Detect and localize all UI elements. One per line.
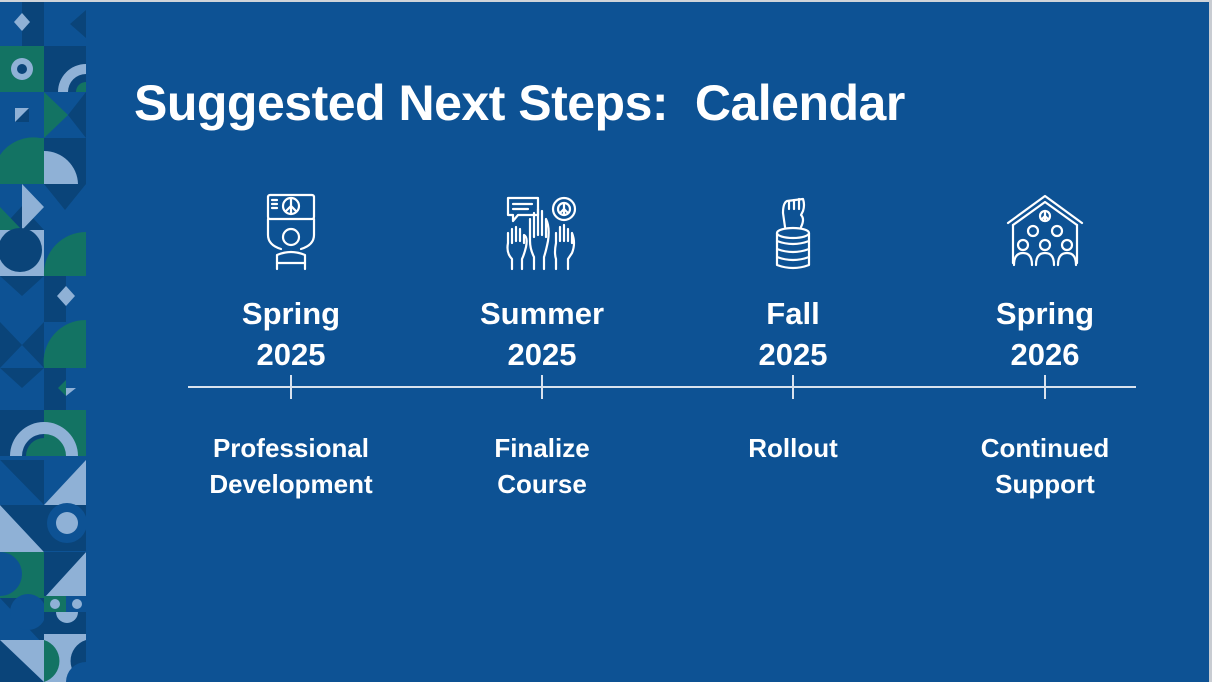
- timeline-axis: [188, 386, 1136, 388]
- slide: Suggested Next Steps: Calendar Spring 20…: [0, 0, 1209, 682]
- step-description: Professional Development: [171, 430, 411, 502]
- step-date: Fall 2025: [673, 293, 913, 375]
- step-date: Spring 2025: [171, 293, 411, 375]
- protester-peace-sign-icon: [266, 193, 316, 271]
- timeline-tick: [1044, 375, 1046, 399]
- slide-border-top: [0, 0, 1212, 2]
- step-description: Continued Support: [925, 430, 1165, 502]
- step-description-line1: Continued: [980, 433, 1110, 463]
- step-description-line1: Finalize: [494, 433, 590, 463]
- step-year: 2026: [1010, 337, 1080, 372]
- step-description: Rollout: [673, 430, 913, 466]
- step-description-line2: Support: [995, 469, 1095, 499]
- slide-title: Suggested Next Steps: Calendar: [134, 75, 905, 131]
- step-date: Spring 2026: [925, 293, 1165, 375]
- step-description-line1: Professional: [212, 433, 370, 463]
- step-year: 2025: [758, 337, 828, 372]
- step-description-line2: Development: [209, 469, 373, 499]
- geometric-pattern-decoration: [0, 0, 86, 682]
- fist-on-coins-icon: [775, 197, 811, 270]
- timeline-tick: [290, 375, 292, 399]
- step-season: Fall: [766, 296, 820, 331]
- step-description: Finalize Course: [422, 430, 662, 502]
- raised-hands-peace-icon: [506, 196, 577, 271]
- step-description-line1: Rollout: [748, 433, 838, 463]
- community-house-icon: [1006, 194, 1084, 267]
- step-season: Summer: [479, 296, 605, 331]
- step-year: 2025: [507, 337, 577, 372]
- step-description-line2: Course: [497, 469, 587, 499]
- timeline-tick: [541, 375, 543, 399]
- timeline-tick: [792, 375, 794, 399]
- step-year: 2025: [256, 337, 326, 372]
- step-season: Spring: [241, 296, 341, 331]
- step-season: Spring: [995, 296, 1095, 331]
- step-date: Summer 2025: [422, 293, 662, 375]
